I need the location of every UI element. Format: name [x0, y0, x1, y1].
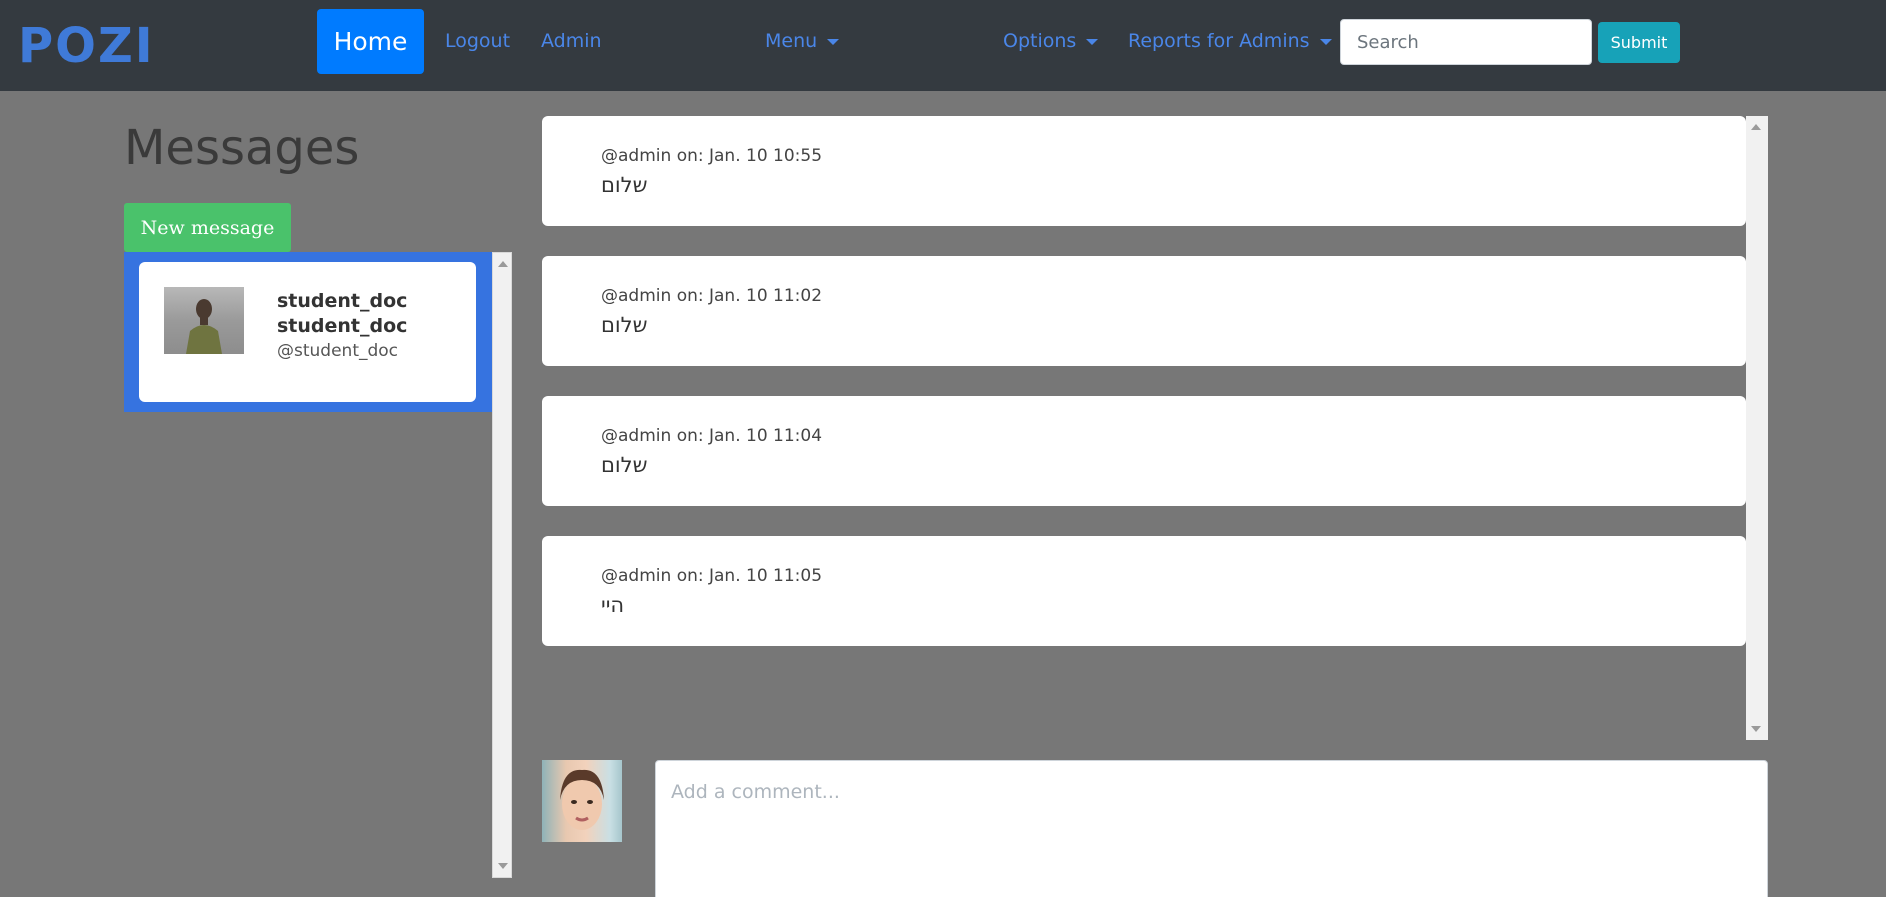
message-on-label: on: [676, 566, 704, 586]
message-text: שלום [601, 173, 648, 197]
user-avatar-icon [186, 299, 222, 354]
nav-reports-dropdown[interactable]: Reports for Admins [1128, 25, 1332, 57]
chevron-down-icon [1319, 38, 1332, 45]
message-author[interactable]: @admin [601, 146, 671, 166]
message-date: Jan. 10 11:04 [709, 426, 823, 446]
message-card: @admin on: Jan. 10 11:05 היי [542, 536, 1746, 646]
message-text: שלום [601, 453, 648, 477]
message-thread: @admin on: Jan. 10 10:55 שלום @admin on:… [542, 116, 1768, 740]
message-meta: @admin on: Jan. 10 11:02 [601, 286, 822, 306]
chevron-down-icon [827, 38, 840, 45]
message-on-label: on: [676, 286, 704, 306]
nav-admin-link[interactable]: Admin [541, 25, 602, 57]
message-card: @admin on: Jan. 10 10:55 שלום [542, 116, 1746, 226]
message-card: @admin on: Jan. 10 11:02 שלום [542, 256, 1746, 366]
scroll-up-arrow-icon[interactable] [498, 261, 508, 267]
avatar [542, 760, 622, 842]
message-on-label: on: [676, 146, 704, 166]
nav-reports-label: Reports for Admins [1128, 30, 1310, 52]
conversation-name: student_doc student_doc [277, 290, 408, 337]
message-date: Jan. 10 11:05 [709, 566, 823, 586]
message-date: Jan. 10 11:02 [709, 286, 823, 306]
search-input[interactable] [1340, 19, 1592, 65]
message-author[interactable]: @admin [601, 286, 671, 306]
navbar: POZI Home Logout Admin Menu Options Repo… [0, 0, 1886, 91]
scroll-down-arrow-icon[interactable] [498, 863, 508, 869]
brand-logo[interactable]: POZI [18, 18, 155, 74]
message-text: שלום [601, 313, 648, 337]
nav-logout-link[interactable]: Logout [445, 25, 510, 57]
message-author[interactable]: @admin [601, 426, 671, 446]
nav-menu-dropdown[interactable]: Menu [765, 25, 840, 57]
nav-menu-label: Menu [765, 30, 818, 52]
page-title: Messages [124, 120, 360, 176]
chevron-down-icon [1086, 38, 1099, 45]
message-author[interactable]: @admin [601, 566, 671, 586]
nav-options-label: Options [1003, 30, 1077, 52]
scroll-down-arrow-icon[interactable] [1751, 726, 1761, 732]
conversation-list-scrollbar[interactable] [492, 252, 512, 878]
conversation-handle: @student_doc [277, 341, 399, 361]
message-meta: @admin on: Jan. 10 11:05 [601, 566, 822, 586]
message-date: Jan. 10 10:55 [709, 146, 823, 166]
message-on-label: on: [676, 426, 704, 446]
comment-input[interactable] [655, 760, 1768, 897]
message-meta: @admin on: Jan. 10 10:55 [601, 146, 822, 166]
user-avatar-icon [560, 769, 604, 830]
avatar [164, 287, 244, 354]
message-meta: @admin on: Jan. 10 11:04 [601, 426, 822, 446]
nav-options-dropdown[interactable]: Options [1003, 25, 1099, 57]
message-text: היי [601, 593, 625, 617]
message-card: @admin on: Jan. 10 11:04 שלום [542, 396, 1746, 506]
search-submit-button[interactable]: Submit [1598, 22, 1680, 63]
message-thread-scrollbar[interactable] [1746, 116, 1768, 740]
nav-home-button[interactable]: Home [317, 9, 424, 74]
new-message-button[interactable]: New message [124, 203, 291, 252]
scroll-up-arrow-icon[interactable] [1751, 124, 1761, 130]
